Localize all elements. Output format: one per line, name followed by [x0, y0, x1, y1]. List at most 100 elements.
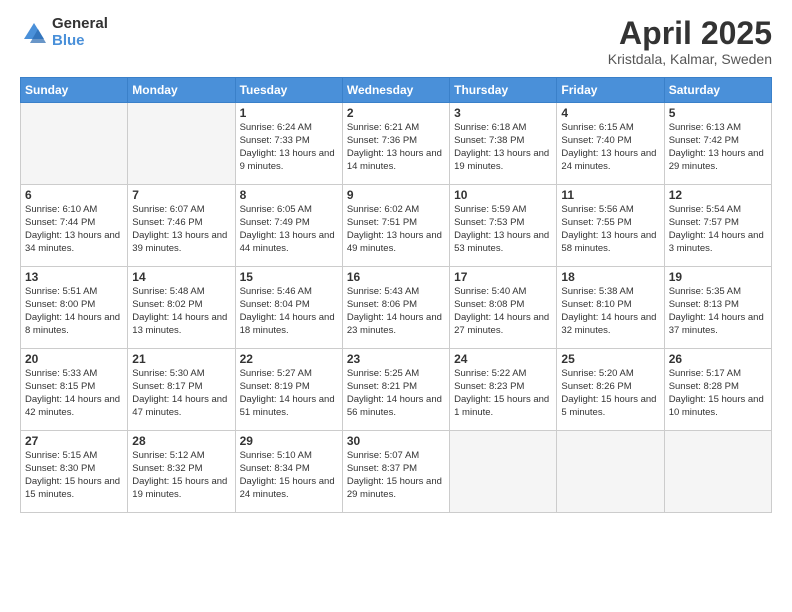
calendar-cell: 26 Sunrise: 5:17 AM Sunset: 8:28 PM Dayli…	[664, 349, 771, 431]
day-number: 5	[669, 106, 767, 120]
day-number: 21	[132, 352, 230, 366]
calendar-cell: 27 Sunrise: 5:15 AM Sunset: 8:30 PM Dayli…	[21, 431, 128, 513]
day-info: Sunrise: 5:22 AM Sunset: 8:23 PM Dayligh…	[454, 368, 552, 419]
calendar-cell: 2Sunrise: 6:21 AM Sunset: 7:36 PM Daylig…	[342, 103, 449, 185]
calendar-cell: 4Sunrise: 6:15 AM Sunset: 7:40 PM Daylig…	[557, 103, 664, 185]
day-info: Sunrise: 6:05 AM Sunset: 7:49 PM Dayligh…	[240, 204, 338, 255]
calendar-cell: 3 Sunrise: 6:18 AM Sunset: 7:38 PM Daylig…	[450, 103, 557, 185]
calendar-cell: 28Sunrise: 5:12 AM Sunset: 8:32 PM Dayli…	[128, 431, 235, 513]
day-number: 3	[454, 106, 552, 120]
day-info: Sunrise: 5:56 AM Sunset: 7:55 PM Dayligh…	[561, 204, 659, 255]
day-number: 17	[454, 270, 552, 284]
week-row-2: 6 Sunrise: 6:10 AM Sunset: 7:44 PM Daylig…	[21, 185, 772, 267]
day-number: 22	[240, 352, 338, 366]
day-number: 30	[347, 434, 445, 448]
day-number: 11	[561, 188, 659, 202]
day-info: Sunrise: 5:43 AM Sunset: 8:06 PM Dayligh…	[347, 286, 445, 337]
day-number: 23	[347, 352, 445, 366]
day-number: 27	[25, 434, 123, 448]
day-number: 26	[669, 352, 767, 366]
day-info: Sunrise: 5:46 AM Sunset: 8:04 PM Dayligh…	[240, 286, 338, 337]
calendar-cell: 11 Sunrise: 5:56 AM Sunset: 7:55 PM Dayli…	[557, 185, 664, 267]
weekday-header-wednesday: Wednesday	[342, 78, 449, 103]
day-info: Sunrise: 5:59 AM Sunset: 7:53 PM Dayligh…	[454, 204, 552, 255]
day-info: Sunrise: 5:25 AM Sunset: 8:21 PM Dayligh…	[347, 368, 445, 419]
week-row-3: 13 Sunrise: 5:51 AM Sunset: 8:00 PM Dayli…	[21, 267, 772, 349]
day-info: Sunrise: 5:38 AM Sunset: 8:10 PM Dayligh…	[561, 286, 659, 337]
day-info: Sunrise: 6:15 AM Sunset: 7:40 PM Dayligh…	[561, 122, 659, 173]
week-row-1: 1Sunrise: 6:24 AM Sunset: 7:33 PM Daylig…	[21, 103, 772, 185]
day-info: Sunrise: 5:40 AM Sunset: 8:08 PM Dayligh…	[454, 286, 552, 337]
day-info: Sunrise: 6:02 AM Sunset: 7:51 PM Dayligh…	[347, 204, 445, 255]
logo-general-text: General	[52, 16, 108, 33]
week-row-4: 20Sunrise: 5:33 AM Sunset: 8:15 PM Dayli…	[21, 349, 772, 431]
day-number: 24	[454, 352, 552, 366]
calendar-cell: 20Sunrise: 5:33 AM Sunset: 8:15 PM Dayli…	[21, 349, 128, 431]
day-number: 14	[132, 270, 230, 284]
day-info: Sunrise: 6:10 AM Sunset: 7:44 PM Dayligh…	[25, 204, 123, 255]
calendar-subtitle: Kristdala, Kalmar, Sweden	[608, 51, 772, 67]
calendar-cell: 16 Sunrise: 5:43 AM Sunset: 8:06 PM Dayli…	[342, 267, 449, 349]
calendar-cell: 30Sunrise: 5:07 AM Sunset: 8:37 PM Dayli…	[342, 431, 449, 513]
day-number: 19	[669, 270, 767, 284]
calendar-body: 1Sunrise: 6:24 AM Sunset: 7:33 PM Daylig…	[21, 103, 772, 513]
day-number: 15	[240, 270, 338, 284]
calendar-header: SundayMondayTuesdayWednesdayThursdayFrid…	[21, 78, 772, 103]
calendar-title: April 2025	[608, 16, 772, 51]
calendar-cell: 12Sunrise: 5:54 AM Sunset: 7:57 PM Dayli…	[664, 185, 771, 267]
day-info: Sunrise: 5:35 AM Sunset: 8:13 PM Dayligh…	[669, 286, 767, 337]
weekday-row: SundayMondayTuesdayWednesdayThursdayFrid…	[21, 78, 772, 103]
day-info: Sunrise: 5:17 AM Sunset: 8:28 PM Dayligh…	[669, 368, 767, 419]
day-info: Sunrise: 6:24 AM Sunset: 7:33 PM Dayligh…	[240, 122, 338, 173]
day-number: 29	[240, 434, 338, 448]
day-number: 8	[240, 188, 338, 202]
weekday-header-saturday: Saturday	[664, 78, 771, 103]
logo: General Blue	[20, 16, 108, 49]
calendar-cell	[664, 431, 771, 513]
day-number: 7	[132, 188, 230, 202]
calendar-cell: 23 Sunrise: 5:25 AM Sunset: 8:21 PM Dayli…	[342, 349, 449, 431]
day-number: 12	[669, 188, 767, 202]
day-info: Sunrise: 5:10 AM Sunset: 8:34 PM Dayligh…	[240, 450, 338, 501]
day-info: Sunrise: 5:30 AM Sunset: 8:17 PM Dayligh…	[132, 368, 230, 419]
calendar-cell: 17 Sunrise: 5:40 AM Sunset: 8:08 PM Dayli…	[450, 267, 557, 349]
calendar-cell: 6 Sunrise: 6:10 AM Sunset: 7:44 PM Daylig…	[21, 185, 128, 267]
calendar-cell: 22 Sunrise: 5:27 AM Sunset: 8:19 PM Dayli…	[235, 349, 342, 431]
day-info: Sunrise: 5:20 AM Sunset: 8:26 PM Dayligh…	[561, 368, 659, 419]
day-info: Sunrise: 6:13 AM Sunset: 7:42 PM Dayligh…	[669, 122, 767, 173]
calendar-cell	[128, 103, 235, 185]
title-block: April 2025 Kristdala, Kalmar, Sweden	[608, 16, 772, 67]
day-number: 10	[454, 188, 552, 202]
day-number: 16	[347, 270, 445, 284]
day-info: Sunrise: 6:18 AM Sunset: 7:38 PM Dayligh…	[454, 122, 552, 173]
day-info: Sunrise: 6:21 AM Sunset: 7:36 PM Dayligh…	[347, 122, 445, 173]
day-info: Sunrise: 5:27 AM Sunset: 8:19 PM Dayligh…	[240, 368, 338, 419]
day-number: 6	[25, 188, 123, 202]
day-number: 13	[25, 270, 123, 284]
calendar-cell: 1Sunrise: 6:24 AM Sunset: 7:33 PM Daylig…	[235, 103, 342, 185]
logo-blue-text: Blue	[52, 33, 108, 50]
weekday-header-tuesday: Tuesday	[235, 78, 342, 103]
calendar-cell: 15 Sunrise: 5:46 AM Sunset: 8:04 PM Dayli…	[235, 267, 342, 349]
calendar-cell	[557, 431, 664, 513]
calendar-cell: 8 Sunrise: 6:05 AM Sunset: 7:49 PM Daylig…	[235, 185, 342, 267]
week-row-5: 27 Sunrise: 5:15 AM Sunset: 8:30 PM Dayli…	[21, 431, 772, 513]
logo-text: General Blue	[52, 16, 108, 49]
day-number: 20	[25, 352, 123, 366]
page: General Blue April 2025 Kristdala, Kalma…	[0, 0, 792, 612]
calendar-cell: 13 Sunrise: 5:51 AM Sunset: 8:00 PM Dayli…	[21, 267, 128, 349]
weekday-header-thursday: Thursday	[450, 78, 557, 103]
day-number: 18	[561, 270, 659, 284]
weekday-header-monday: Monday	[128, 78, 235, 103]
day-info: Sunrise: 5:48 AM Sunset: 8:02 PM Dayligh…	[132, 286, 230, 337]
day-info: Sunrise: 5:15 AM Sunset: 8:30 PM Dayligh…	[25, 450, 123, 501]
weekday-header-sunday: Sunday	[21, 78, 128, 103]
calendar-cell: 14 Sunrise: 5:48 AM Sunset: 8:02 PM Dayli…	[128, 267, 235, 349]
logo-icon	[20, 19, 48, 47]
calendar-cell: 21 Sunrise: 5:30 AM Sunset: 8:17 PM Dayli…	[128, 349, 235, 431]
calendar-cell: 24 Sunrise: 5:22 AM Sunset: 8:23 PM Dayli…	[450, 349, 557, 431]
day-info: Sunrise: 5:51 AM Sunset: 8:00 PM Dayligh…	[25, 286, 123, 337]
calendar-cell: 10 Sunrise: 5:59 AM Sunset: 7:53 PM Dayli…	[450, 185, 557, 267]
weekday-header-friday: Friday	[557, 78, 664, 103]
calendar-cell	[450, 431, 557, 513]
